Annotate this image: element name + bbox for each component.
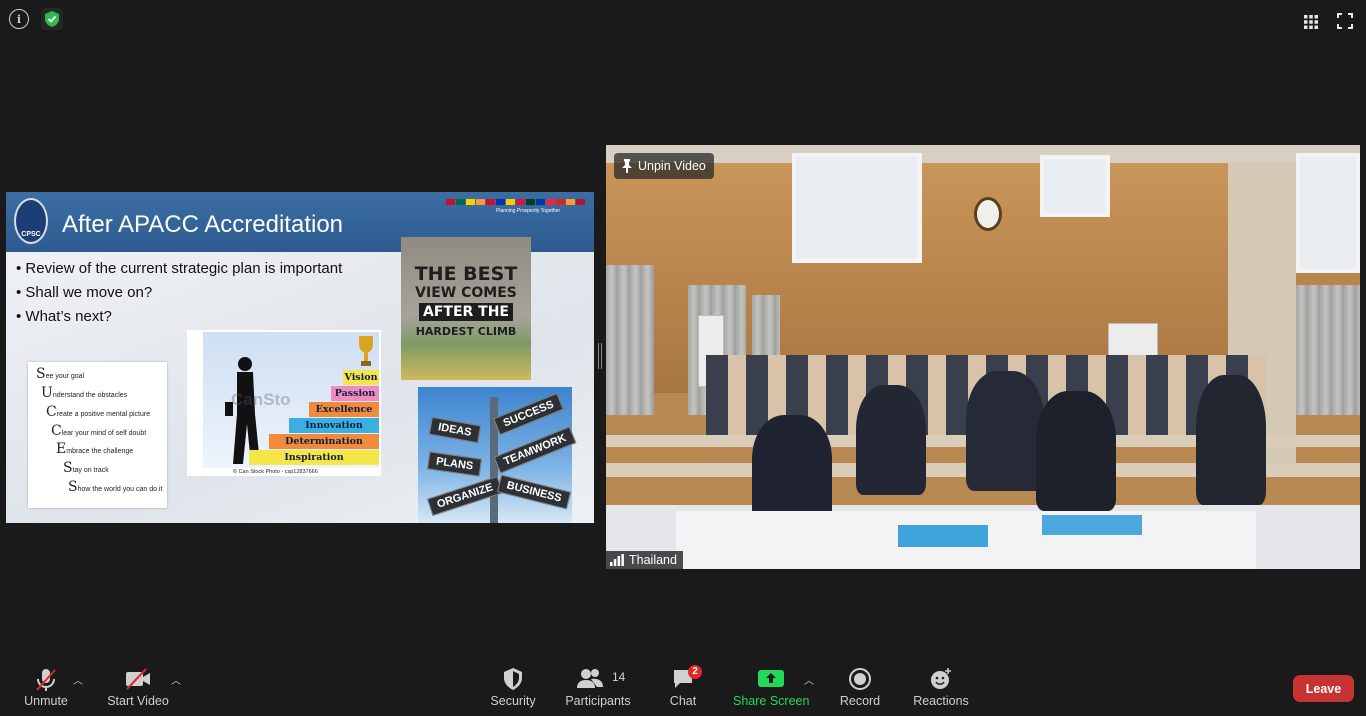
acrostic-line: Create a positive mental picture	[46, 404, 151, 420]
unmute-button[interactable]: Unmute	[18, 664, 74, 712]
slide-bullets: Review of the current strategic plan is …	[16, 257, 342, 329]
reactions-button[interactable]: Reactions	[910, 664, 972, 712]
acrostic-line: Understand the obstacles	[41, 385, 128, 401]
participant-name: Thailand	[629, 553, 677, 567]
share-screen-label: Share Screen	[733, 694, 810, 708]
video-person	[1196, 375, 1266, 505]
acrostic-line: See your goal	[36, 366, 85, 382]
stock-credit: © Can Stock Photo - csp12837666	[233, 469, 318, 475]
sign-business: BUSINESS	[496, 474, 572, 510]
video-window	[1040, 155, 1110, 217]
step-excellence: Excellence	[309, 402, 379, 417]
shield-check-icon[interactable]	[41, 8, 63, 30]
video-off-icon	[126, 668, 150, 690]
bullet-item: Shall we move on?	[16, 281, 342, 305]
participant-video[interactable]	[606, 145, 1360, 569]
security-button[interactable]: Security	[487, 664, 539, 712]
sign-success: SUCCESS	[493, 392, 565, 436]
video-person	[1036, 391, 1116, 511]
success-acrostic-card: See your goal Understand the obstacles C…	[28, 362, 167, 508]
participants-button[interactable]: 14 Participants	[564, 664, 632, 712]
bullet-item: Review of the current strategic plan is …	[16, 257, 342, 281]
slide-title: After APACC Accreditation	[62, 211, 344, 238]
unpin-video-button[interactable]: Unpin Video	[614, 153, 714, 179]
participants-label: Participants	[565, 694, 631, 708]
stock-watermark: CanSto	[231, 390, 291, 409]
slide-tagline: Planning Prosperity Together	[496, 208, 561, 214]
record-button[interactable]: Record	[837, 664, 883, 712]
pin-icon	[622, 159, 632, 173]
video-person	[856, 385, 926, 495]
video-folder	[1042, 515, 1142, 535]
sign-teamwork: TEAMWORK	[493, 426, 577, 474]
video-curtain	[1296, 285, 1360, 415]
cpsc-logo: CPSC	[14, 198, 48, 244]
unmute-label: Unmute	[24, 694, 68, 708]
quote-line: AFTER THE	[401, 303, 531, 321]
share-options-chevron-icon[interactable]: ︿	[804, 672, 814, 687]
share-screen-button[interactable]: Share Screen	[733, 664, 809, 712]
quote-line: HARDEST CLIMB	[415, 325, 517, 338]
step-inspiration: Inspiration	[249, 450, 379, 465]
security-shield-icon	[504, 668, 522, 690]
logo-text: CPSC	[21, 231, 41, 238]
record-icon	[849, 668, 871, 690]
video-folder	[898, 525, 988, 547]
signal-strength-icon	[610, 554, 624, 566]
grid-icon[interactable]	[1304, 15, 1318, 34]
bullet-item: What’s next?	[16, 305, 342, 329]
quote-line: VIEW COMES	[415, 285, 517, 301]
signpost-image: IDEAS SUCCESS PLANS TEAMWORK ORGANIZE BU…	[418, 387, 577, 523]
sign-plans: PLANS	[427, 451, 483, 477]
stairs-illustration: CanSto Inspiration Determination Innovat…	[187, 330, 381, 476]
unpin-label: Unpin Video	[638, 159, 706, 173]
participants-icon	[577, 669, 603, 688]
video-curtain	[606, 265, 654, 415]
motivational-quote-image: THE BEST VIEW COMES AFTER THE HARDEST CL…	[401, 237, 531, 380]
chat-label: Chat	[669, 694, 697, 708]
record-label: Record	[839, 694, 881, 708]
step-determination: Determination	[269, 434, 379, 449]
reactions-smiley-icon	[931, 668, 951, 689]
video-window	[1296, 153, 1360, 273]
chat-button[interactable]: 2 Chat	[662, 664, 704, 712]
video-window	[792, 153, 922, 263]
member-flags	[446, 199, 585, 205]
step-innovation: Innovation	[289, 418, 379, 433]
chat-unread-badge: 2	[688, 665, 702, 679]
audio-options-chevron-icon[interactable]: ︿	[73, 672, 83, 687]
participants-count: 14	[612, 670, 626, 684]
info-icon[interactable]: i	[9, 9, 29, 29]
acrostic-line: Show the world you can do it	[68, 479, 163, 495]
start-video-label: Start Video	[107, 694, 169, 708]
muted-mic-icon	[36, 669, 56, 691]
stairs-background: CanSto Inspiration Determination Innovat…	[203, 332, 379, 468]
fullscreen-icon[interactable]	[1337, 13, 1353, 34]
security-label: Security	[490, 694, 536, 708]
acrostic-line: Embrace the challenge	[56, 441, 134, 457]
video-ceiling	[606, 145, 1360, 163]
video-person	[752, 415, 832, 525]
reactions-label: Reactions	[913, 694, 969, 708]
trophy-icon	[359, 336, 373, 366]
step-vision: Vision	[343, 370, 379, 385]
video-person	[966, 371, 1044, 491]
participant-name-tag: Thailand	[606, 551, 683, 569]
panel-splitter[interactable]	[598, 343, 602, 369]
step-passion: Passion	[331, 386, 379, 401]
acrostic-line: Clear your mind of self doubt	[51, 423, 147, 439]
quote-line: THE BEST	[414, 263, 518, 285]
start-video-button[interactable]: Start Video	[104, 664, 172, 712]
acrostic-line: Stay on track	[63, 460, 109, 476]
video-options-chevron-icon[interactable]: ︿	[171, 672, 181, 687]
sign-ideas: IDEAS	[428, 416, 481, 444]
share-screen-icon	[758, 670, 784, 687]
shared-screen-slide: CPSC After APACC Accreditation Planning …	[6, 192, 594, 523]
wall-clock-icon	[974, 197, 1002, 231]
leave-button[interactable]: Leave	[1293, 675, 1354, 702]
